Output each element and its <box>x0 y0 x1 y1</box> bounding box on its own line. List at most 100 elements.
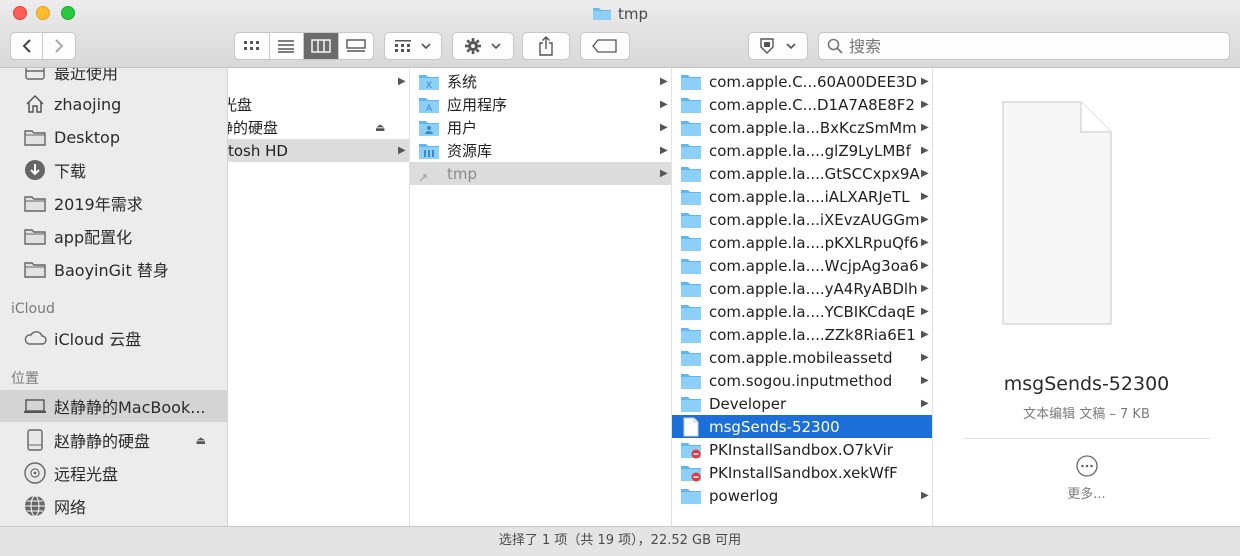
list-item[interactable]: 资源库 ▶ <box>410 139 671 162</box>
folder-icon <box>680 142 702 160</box>
chevron-down-icon <box>786 43 796 50</box>
list-item[interactable]: com.apple.C...60A00DEE3D ▶ <box>672 70 932 93</box>
sidebar-item-remote-disc[interactable]: 远程光盘 <box>0 457 227 489</box>
list-item-label: msgSends-52300 <box>709 417 840 436</box>
list-item[interactable]: ▶ <box>228 70 409 93</box>
list-item[interactable]: com.apple.la....ZZk8Ria6E1 ▶ <box>672 323 932 346</box>
list-item[interactable]: com.apple.la....pKXLRpuQf6 ▶ <box>672 231 932 254</box>
locked-folder-icon <box>680 441 702 459</box>
search-input[interactable] <box>849 36 1209 56</box>
chevron-right-icon: ▶ <box>921 237 929 248</box>
list-item-label: com.apple.mobileassetd <box>709 348 893 367</box>
more-button[interactable] <box>933 455 1240 481</box>
list-item[interactable]: Developer ▶ <box>672 392 932 415</box>
sidebar-item-label: 2019年需求 <box>54 195 143 214</box>
list-item[interactable]: com.apple.la....WcjpAg3oa6 ▶ <box>672 254 932 277</box>
action-button[interactable] <box>452 32 514 60</box>
home-icon <box>23 93 47 115</box>
preview-file-name: msgSends-52300 <box>1003 373 1170 395</box>
sidebar-item-macbook[interactable]: 赵静静的MacBook... <box>0 390 227 422</box>
list-view-button[interactable] <box>270 33 304 59</box>
list-item[interactable]: PKInstallSandbox.xekWfF <box>672 461 932 484</box>
sidebar-item-desktop[interactable]: Desktop <box>0 121 227 153</box>
sidebar-item-baoyingit[interactable]: BaoyinGit 替身 <box>0 253 227 285</box>
folder-icon <box>23 258 47 280</box>
list-item[interactable]: 静的硬盘 ⏏ <box>228 116 400 139</box>
list-item[interactable]: msgSends-52300 <box>672 415 932 438</box>
chevron-right-icon: ▶ <box>921 260 929 271</box>
folder-icon <box>680 487 702 505</box>
sidebar-item-downloads[interactable]: 下载 <box>0 154 227 186</box>
list-item-label: com.apple.la....pKXLRpuQf6 <box>709 233 919 252</box>
list-item[interactable]: A 应用程序 ▶ <box>410 93 671 116</box>
list-item-label: 资源库 <box>447 142 493 160</box>
folder-icon <box>680 119 702 137</box>
list-item-label: 光盘 <box>228 96 253 114</box>
list-item[interactable]: com.apple.la....yA4RyABDlh ▶ <box>672 277 932 300</box>
sidebar-item-hard-disk[interactable]: 赵静静的硬盘 ⏏ <box>0 424 227 456</box>
share-button[interactable] <box>522 32 570 60</box>
forward-button[interactable] <box>43 33 75 59</box>
list-item[interactable]: tosh HD ▶ <box>228 139 409 162</box>
disk-icon <box>23 429 47 451</box>
list-item[interactable]: com.apple.la....iALXARJeTL ▶ <box>672 185 932 208</box>
chevron-right-icon: ▶ <box>921 490 929 501</box>
list-item[interactable]: com.sogou.inputmethod ▶ <box>672 369 932 392</box>
chevron-right-icon: ▶ <box>921 168 929 179</box>
column-view-button[interactable] <box>304 33 339 59</box>
folder-icon <box>23 225 47 247</box>
sidebar-item-label: 远程光盘 <box>54 465 119 484</box>
list-item-label: 用户 <box>447 119 478 137</box>
list-item[interactable]: com.apple.la...BxKczSmMm ▶ <box>672 116 932 139</box>
grid-icon <box>243 41 259 50</box>
group-by-button[interactable] <box>384 32 442 60</box>
list-item[interactable]: 用户 ▶ <box>410 116 671 139</box>
window-title: tmp <box>0 5 1240 23</box>
list-item[interactable]: 光盘 <box>228 93 404 116</box>
list-item-label: com.apple.la....YCBIKCdaqE <box>709 302 916 321</box>
list-item[interactable]: com.apple.la....glZ9LyLMBf ▶ <box>672 139 932 162</box>
list-item-label: com.apple.la....WcjpAg3oa6 <box>709 256 919 275</box>
icon-view-button[interactable] <box>235 33 270 59</box>
list-item[interactable]: PKInstallSandbox.O7kVir <box>672 438 932 461</box>
list-item[interactable]: X 系统 ▶ <box>410 70 671 93</box>
list-item[interactable]: com.apple.la....GtSCCxpx9A ▶ <box>672 162 932 185</box>
sidebar-item-app-config[interactable]: app配置化 <box>0 220 227 252</box>
locked-folder-icon <box>680 464 702 482</box>
dropbox-menu-button[interactable] <box>748 32 808 60</box>
sidebar-item-label: 下载 <box>54 162 87 181</box>
tags-button[interactable] <box>580 32 630 60</box>
search-icon <box>827 38 843 54</box>
chevron-right-icon: ▶ <box>921 214 929 225</box>
back-button[interactable] <box>11 33 44 59</box>
view-mode-control <box>234 32 374 60</box>
sidebar-item-network[interactable]: 网络 <box>0 490 227 522</box>
sidebar-item-icloud-drive[interactable]: iCloud 云盘 <box>0 322 227 354</box>
sidebar-heading-locations: 位置 <box>11 371 39 387</box>
list-item[interactable]: com.apple.C...D1A7A8E8F2 ▶ <box>672 93 932 116</box>
sidebar-item-recents[interactable]: 最近使用 <box>0 68 227 88</box>
list-item-label: 应用程序 <box>447 96 508 114</box>
sidebar-item-home[interactable]: zhaojing <box>0 88 227 120</box>
more-label: 更多... <box>1067 487 1106 502</box>
column-1: ▶ 光盘 静的硬盘 ⏏ tosh HD ▶ <box>228 68 410 526</box>
eject-icon[interactable]: ⏏ <box>196 434 206 447</box>
list-item[interactable]: com.apple.mobileassetd ▶ <box>672 346 932 369</box>
folder-icon <box>680 280 702 298</box>
search-field[interactable] <box>818 32 1230 60</box>
list-item[interactable]: powerlog ▶ <box>672 484 932 507</box>
status-bar: 选择了 1 项（共 19 项），22.52 GB 可用 <box>0 526 1240 556</box>
divider <box>963 438 1210 439</box>
chevron-right-icon: ▶ <box>398 145 406 156</box>
list-item-label: com.apple.la....iALXARJeTL <box>709 187 910 206</box>
list-item-label: com.apple.la...BxKczSmMm <box>709 118 917 137</box>
list-item[interactable]: com.apple.la....YCBIKCdaqE ▶ <box>672 300 932 323</box>
gallery-view-button[interactable] <box>339 33 373 59</box>
sidebar-item-2019[interactable]: 2019年需求 <box>0 187 227 219</box>
eject-icon[interactable]: ⏏ <box>375 121 385 134</box>
sidebar-item-label: 最近使用 <box>54 68 119 83</box>
list-item[interactable]: tmp ▶ <box>410 162 671 185</box>
list-item[interactable]: com.apple.la...iXEvzAUGGm ▶ <box>672 208 932 231</box>
gallery-icon <box>346 39 366 52</box>
list-item-label: powerlog <box>709 486 779 505</box>
